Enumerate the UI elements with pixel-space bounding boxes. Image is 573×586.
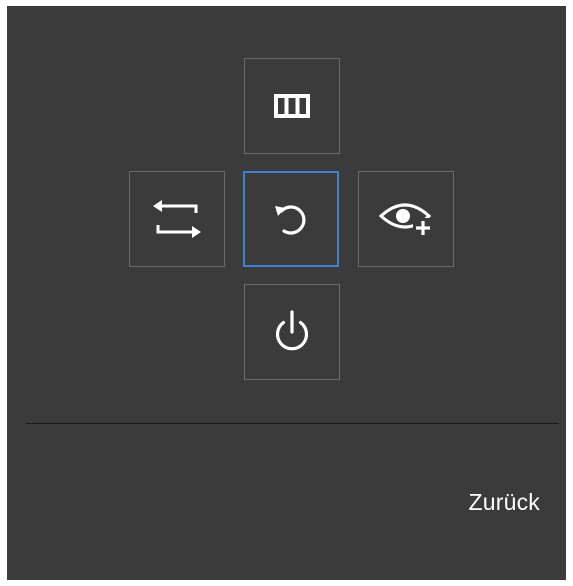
divider xyxy=(26,423,559,424)
power-icon xyxy=(275,310,309,351)
reset-button[interactable] xyxy=(243,171,339,267)
swap-button[interactable] xyxy=(129,171,225,267)
back-label[interactable]: Zurück xyxy=(469,489,541,516)
power-button[interactable] xyxy=(244,284,340,380)
osd-panel: Zurück xyxy=(7,6,566,580)
columns-icon xyxy=(274,94,310,118)
columns-button[interactable] xyxy=(244,58,340,154)
reset-rotate-icon xyxy=(275,205,306,235)
eye-saver-button[interactable] xyxy=(358,171,454,267)
swap-arrows-icon xyxy=(153,200,201,238)
eye-saver-plus-icon xyxy=(378,203,433,238)
